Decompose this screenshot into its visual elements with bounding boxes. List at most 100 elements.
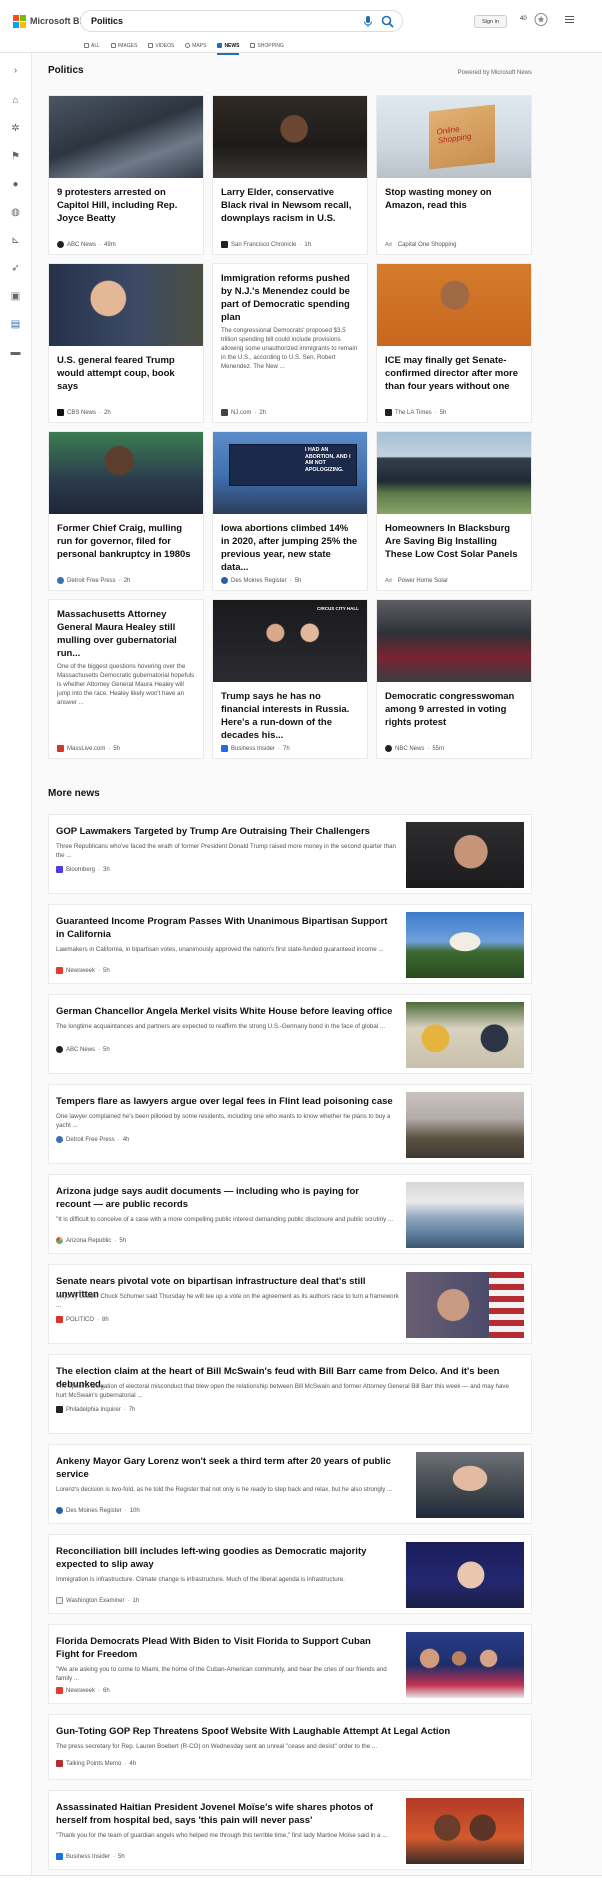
- powered-by-label[interactable]: Powered by Microsoft News: [458, 70, 532, 76]
- microphone-icon[interactable]: [362, 15, 374, 28]
- news-snippet: The press secretary for Rep. Lauren Boeb…: [56, 1743, 378, 1750]
- search-icon[interactable]: [381, 15, 394, 28]
- tab-label: NEWS: [224, 42, 240, 49]
- news-image: [49, 432, 203, 514]
- tab-all[interactable]: ALL: [84, 41, 100, 50]
- news-time: 49m: [104, 241, 116, 248]
- news-time: 5h: [103, 1046, 110, 1053]
- expand-chevron-icon[interactable]: ›: [10, 65, 21, 76]
- news-source: NBC News · 55m: [385, 745, 444, 752]
- news-title: 9 protesters arrested on Capitol Hill, i…: [57, 187, 178, 224]
- us-flag-icon[interactable]: ⚑: [10, 151, 21, 162]
- news-time: 8h: [102, 1316, 109, 1323]
- location-pin-icon[interactable]: ●: [10, 179, 21, 190]
- home-icon[interactable]: ⌂: [10, 95, 21, 106]
- image-text: CIRCUS CITY HALL: [317, 606, 359, 611]
- news-card[interactable]: Larry Elder, conservative Black rival in…: [212, 95, 368, 255]
- list-item[interactable]: Ankeny Mayor Gary Lorenz won't seek a th…: [48, 1444, 532, 1524]
- news-source: Detroit Free Press · 2h: [57, 577, 130, 584]
- news-source: Bloomberg · 3h: [56, 866, 110, 873]
- news-card[interactable]: CIRCUS CITY HALL Trump says he has no fi…: [212, 599, 368, 759]
- search-input[interactable]: Politics: [91, 16, 123, 26]
- news-card-grid: 9 protesters arrested on Capitol Hill, i…: [48, 95, 532, 765]
- list-item[interactable]: Arizona judge says audit documents — inc…: [48, 1174, 532, 1254]
- news-card[interactable]: Immigration reforms pushed by N.J.'s Men…: [212, 263, 368, 423]
- news-thumbnail: [406, 822, 524, 888]
- list-item[interactable]: Assassinated Haitian President Jovenel M…: [48, 1790, 532, 1870]
- chart-icon[interactable]: ⊾: [10, 235, 21, 246]
- news-source: Newsweek · 5h: [56, 967, 110, 974]
- tab-maps[interactable]: MAPS: [185, 41, 206, 50]
- news-card[interactable]: Homeowners In Blacksburg Are Saving Big …: [376, 431, 532, 591]
- hamburger-menu-icon[interactable]: [565, 16, 574, 24]
- newsweek-icon: [56, 1687, 63, 1694]
- rewards-icon[interactable]: [534, 12, 548, 27]
- news-time: 5h: [439, 409, 447, 416]
- list-item[interactable]: The election claim at the heart of Bill …: [48, 1354, 532, 1434]
- news-title: Florida Democrats Plead With Biden to Vi…: [56, 1636, 371, 1660]
- source-name: San Francisco Chronicle: [231, 241, 297, 248]
- news-snippet: "It is difficult to conceive of a case w…: [56, 1216, 394, 1223]
- news-time: 5h: [113, 745, 121, 752]
- list-item[interactable]: Florida Democrats Plead With Biden to Vi…: [48, 1624, 532, 1704]
- search-tabs: ALL IMAGES VIDEOS MAPS NEWS SHOPPING: [84, 41, 284, 55]
- news-source: ABC News · 5h: [56, 1046, 110, 1053]
- news-snippet: One of the biggest questions hovering ov…: [57, 663, 195, 706]
- news-card[interactable]: Online Shopping Stop wasting money on Am…: [376, 95, 532, 255]
- rocket-icon[interactable]: ➶: [10, 263, 21, 274]
- list-item[interactable]: German Chancellor Angela Merkel visits W…: [48, 994, 532, 1074]
- news-title: U.S. general feared Trump would attempt …: [57, 355, 175, 392]
- news-snippet: The specific allegation of electoral mis…: [56, 1383, 509, 1399]
- nj-com-icon: [221, 409, 228, 416]
- news-image: [213, 96, 367, 178]
- list-item[interactable]: Gun-Toting GOP Rep Threatens Spoof Websi…: [48, 1714, 532, 1780]
- news-time: 2h: [123, 577, 131, 584]
- rewards-points[interactable]: 40: [520, 16, 527, 22]
- film-icon[interactable]: ▣: [10, 291, 21, 302]
- tab-images[interactable]: IMAGES: [110, 41, 137, 50]
- tab-label: VIDEOS: [155, 42, 175, 49]
- news-title: GOP Lawmakers Targeted by Trump Are Outr…: [56, 826, 370, 837]
- newsweek-icon: [56, 967, 63, 974]
- tab-shopping[interactable]: SHOPPING: [250, 41, 284, 50]
- covid-icon[interactable]: ✲: [10, 123, 21, 134]
- more-news-title: More news: [48, 788, 100, 799]
- tab-videos[interactable]: VIDEOS: [148, 41, 174, 50]
- news-card[interactable]: Massachusetts Attorney General Maura Hea…: [48, 599, 204, 759]
- search-icon: [84, 43, 89, 48]
- news-time: 2h: [104, 409, 111, 416]
- news-card[interactable]: ICE may finally get Senate-confirmed dir…: [376, 263, 532, 423]
- news-snippet: Immigration is infrastructure. Climate c…: [56, 1576, 345, 1583]
- list-item[interactable]: GOP Lawmakers Targeted by Trump Are Outr…: [48, 814, 532, 894]
- politics-capitol-icon[interactable]: ▤: [10, 319, 21, 330]
- news-thumbnail: [406, 1182, 524, 1248]
- news-time: 10h: [129, 1507, 140, 1514]
- globe-icon[interactable]: ◍: [10, 207, 21, 218]
- list-item[interactable]: Guaranteed Income Program Passes With Un…: [48, 904, 532, 984]
- news-image: [377, 432, 531, 514]
- source-name: Business Insider: [66, 1853, 111, 1860]
- news-card[interactable]: Former Chief Craig, mulling run for gove…: [48, 431, 204, 591]
- list-item[interactable]: Reconciliation bill includes left-wing g…: [48, 1534, 532, 1614]
- list-item[interactable]: Tempers flare as lawyers argue over lega…: [48, 1084, 532, 1164]
- news-icon: [217, 43, 223, 48]
- detroit-free-press-icon: [57, 577, 64, 584]
- news-card[interactable]: 9 protesters arrested on Capitol Hill, i…: [48, 95, 204, 255]
- source-name: CBS News: [67, 409, 97, 416]
- source-name: Arizona Republic: [66, 1237, 112, 1244]
- money-card-icon[interactable]: ▬: [10, 347, 21, 358]
- news-card[interactable]: Democratic congresswoman among 9 arreste…: [376, 599, 532, 759]
- news-card[interactable]: I HAD AN ABORTION, AND I AM NOT APOLOGIZ…: [212, 431, 368, 591]
- sign-in-button[interactable]: Sign in: [474, 15, 507, 28]
- news-title: Homeowners In Blacksburg Are Saving Big …: [385, 523, 518, 560]
- news-title: ICE may finally get Senate-confirmed dir…: [385, 355, 519, 392]
- search-box[interactable]: Politics: [80, 10, 403, 32]
- news-time: 5h: [118, 1853, 125, 1860]
- sf-chronicle-icon: [221, 241, 228, 248]
- news-source: Talking Points Memo · 4h: [56, 1760, 136, 1767]
- news-title: Iowa abortions climbed 14% in 2020, afte…: [221, 523, 358, 573]
- source-name: Capital One Shopping: [397, 242, 457, 248]
- news-card[interactable]: U.S. general feared Trump would attempt …: [48, 263, 204, 423]
- tab-news[interactable]: NEWS: [217, 41, 240, 55]
- list-item[interactable]: Senate nears pivotal vote on bipartisan …: [48, 1264, 532, 1344]
